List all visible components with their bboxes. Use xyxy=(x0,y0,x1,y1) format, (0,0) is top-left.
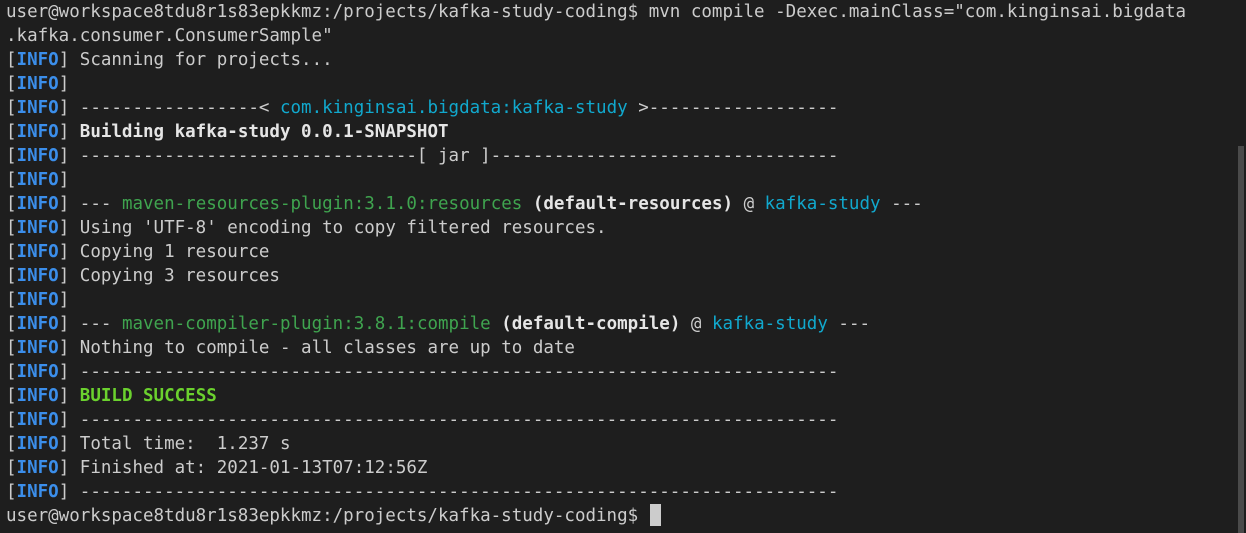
plugin-name: maven-compiler-plugin:3.8.1:compile xyxy=(121,314,491,334)
info-tag: [INFO] xyxy=(6,170,70,190)
log-line: [INFO] ---------------------------------… xyxy=(6,408,1236,432)
info-tag: [INFO] xyxy=(6,314,70,334)
command-text: mvn compile -Dexec.mainClass="com.kingin… xyxy=(638,2,1187,22)
separator: ----------------------------------------… xyxy=(69,482,839,502)
log-line: [INFO] -----------------< com.kinginsai.… xyxy=(6,96,1236,120)
log-text: Nothing to compile - all classes are up … xyxy=(69,338,575,358)
info-tag: [INFO] xyxy=(6,266,70,286)
command-line-wrap: .kafka.consumer.ConsumerSample" xyxy=(6,24,1236,48)
separator: ----------------------------------------… xyxy=(69,362,839,382)
info-tag: [INFO] xyxy=(6,410,70,430)
info-tag: [INFO] xyxy=(6,434,70,454)
info-tag: [INFO] xyxy=(6,218,70,238)
log-line: [INFO] Using 'UTF-8' encoding to copy fi… xyxy=(6,216,1236,240)
info-tag: [INFO] xyxy=(6,362,70,382)
info-tag: [INFO] xyxy=(6,98,70,118)
separator: -----------------< xyxy=(69,98,280,118)
info-tag: [INFO] xyxy=(6,338,70,358)
info-tag: [INFO] xyxy=(6,242,70,262)
prompt-line[interactable]: user@workspace8tdu8r1s83epkkmz:/projects… xyxy=(6,504,1236,528)
separator: >------------------ xyxy=(627,98,839,118)
execution-id: (default-resources) xyxy=(522,194,734,214)
packaging-separator: --------------------------------[ jar ]-… xyxy=(69,146,839,166)
log-line: [INFO] ---------------------------------… xyxy=(6,480,1236,504)
command-text-continued: .kafka.consumer.ConsumerSample" xyxy=(6,26,333,46)
log-line: [INFO] --------------------------------[… xyxy=(6,144,1236,168)
scrollbar-thumb[interactable] xyxy=(1238,146,1244,533)
log-line: [INFO] Finished at: 2021-01-13T07:12:56Z xyxy=(6,456,1236,480)
log-line: [INFO] Total time: 1.237 s xyxy=(6,432,1236,456)
info-tag: [INFO] xyxy=(6,50,70,70)
log-text: Copying 3 resources xyxy=(69,266,280,286)
log-line: [INFO] xyxy=(6,288,1236,312)
info-tag: [INFO] xyxy=(6,482,70,502)
log-line: [INFO] --- maven-resources-plugin:3.1.0:… xyxy=(6,194,923,214)
terminal-output[interactable]: user@workspace8tdu8r1s83epkkmz:/projects… xyxy=(0,0,1236,533)
building-text: Building kafka-study 0.0.1-SNAPSHOT xyxy=(69,122,449,142)
log-line: [INFO] Building kafka-study 0.0.1-SNAPSH… xyxy=(6,120,1236,144)
build-status: BUILD SUCCESS xyxy=(79,386,217,406)
info-tag: [INFO] xyxy=(6,290,70,310)
artifact-id: com.kinginsai.bigdata:kafka-study xyxy=(279,98,628,118)
total-time: Total time: 1.237 s xyxy=(69,434,291,454)
info-tag: [INFO] xyxy=(6,146,70,166)
log-text: Copying 1 resource xyxy=(69,242,270,262)
log-line: [INFO] BUILD SUCCESS xyxy=(6,384,1236,408)
log-line: [INFO] Copying 1 resource xyxy=(6,240,1236,264)
info-tag: [INFO] xyxy=(6,458,70,478)
log-line: [INFO] ---------------------------------… xyxy=(6,360,1236,384)
info-tag: [INFO] xyxy=(6,74,70,94)
log-line: [INFO] Scanning for projects... xyxy=(6,48,1236,72)
shell-prompt: user@workspace8tdu8r1s83epkkmz:/projects… xyxy=(6,2,639,22)
project-name: kafka-study xyxy=(764,194,881,214)
execution-id: (default-compile) xyxy=(490,314,681,334)
info-tag: [INFO] xyxy=(6,122,70,142)
log-line: [INFO] xyxy=(6,72,1236,96)
log-line: [INFO] Copying 3 resources xyxy=(6,264,1236,288)
finished-at: Finished at: 2021-01-13T07:12:56Z xyxy=(69,458,428,478)
info-tag: [INFO] xyxy=(6,386,70,406)
command-line: user@workspace8tdu8r1s83epkkmz:/projects… xyxy=(6,0,1236,24)
log-text: Using 'UTF-8' encoding to copy filtered … xyxy=(69,218,607,238)
separator: ----------------------------------------… xyxy=(69,410,839,430)
info-tag: [INFO] xyxy=(6,194,70,214)
log-line: [INFO] xyxy=(6,168,1236,192)
shell-prompt: user@workspace8tdu8r1s83epkkmz:/projects… xyxy=(6,506,639,526)
log-text: Scanning for projects... xyxy=(69,50,333,70)
log-line: [INFO] Nothing to compile - all classes … xyxy=(6,336,1236,360)
project-name: kafka-study xyxy=(711,314,828,334)
text-cursor[interactable] xyxy=(649,504,661,526)
plugin-name: maven-resources-plugin:3.1.0:resources xyxy=(121,194,523,214)
log-line: [INFO] --- maven-compiler-plugin:3.8.1:c… xyxy=(6,314,871,334)
